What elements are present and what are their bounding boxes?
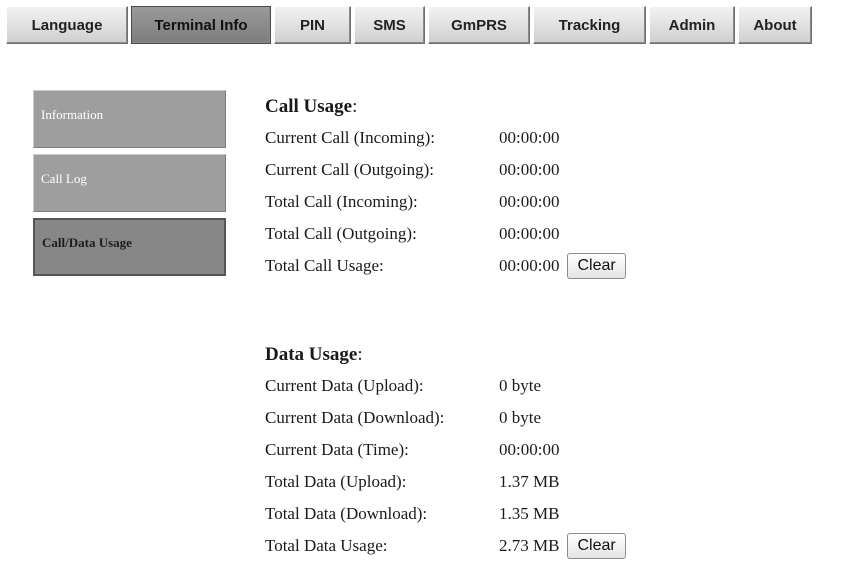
row-value: 00:00:00	[499, 128, 560, 147]
call-usage-row: Current Call (Incoming): 00:00:00	[265, 122, 626, 154]
tab-admin[interactable]: Admin	[649, 6, 735, 44]
call-usage-title: Call Usage	[265, 96, 353, 117]
tab-tracking[interactable]: Tracking	[533, 6, 646, 44]
row-value: 1.35 MB	[499, 504, 560, 523]
data-usage-row: Total Data Usage: 2.73 MB Clear	[265, 530, 626, 562]
row-value: 1.37 MB	[499, 472, 560, 491]
call-usage-section: Call Usage: Current Call (Incoming): 00:…	[265, 92, 626, 282]
row-label: Total Data Usage:	[265, 536, 388, 555]
row-value: 0 byte	[499, 408, 542, 427]
call-usage-row: Total Call (Outgoing): 00:00:00	[265, 218, 626, 250]
tab-terminal-info[interactable]: Terminal Info	[131, 6, 271, 44]
tab-sms[interactable]: SMS	[354, 6, 425, 44]
row-value: 00:00:00	[499, 440, 560, 459]
data-usage-title: Data Usage	[265, 344, 358, 365]
data-usage-row: Current Data (Upload): 0 byte	[265, 370, 626, 402]
tab-pin[interactable]: PIN	[274, 6, 351, 44]
row-label: Current Call (Outgoing):	[265, 160, 435, 179]
sidenav-item-call-log[interactable]: Call Log	[33, 154, 226, 212]
row-value: 00:00:00	[499, 256, 560, 275]
row-value: 00:00:00	[499, 224, 560, 243]
row-label: Current Data (Time):	[265, 440, 409, 459]
call-usage-row: Total Call Usage: 00:00:00 Clear	[265, 250, 626, 282]
data-usage-row: Current Data (Time): 00:00:00	[265, 434, 626, 466]
row-label: Current Data (Upload):	[265, 376, 424, 395]
row-value: 00:00:00	[499, 160, 560, 179]
call-usage-heading: Call Usage:	[265, 96, 358, 117]
call-usage-row: Current Call (Outgoing): 00:00:00	[265, 154, 626, 186]
data-usage-heading: Data Usage:	[265, 344, 363, 365]
row-label: Current Call (Incoming):	[265, 128, 435, 147]
row-value: 0 byte	[499, 376, 542, 395]
tab-about[interactable]: About	[738, 6, 812, 44]
tab-language[interactable]: Language	[6, 6, 128, 44]
row-label: Total Data (Download):	[265, 504, 428, 523]
clear-data-usage-button[interactable]: Clear	[567, 533, 626, 559]
call-usage-row: Total Call (Incoming): 00:00:00	[265, 186, 626, 218]
side-nav: Information Call Log Call/Data Usage	[33, 90, 226, 282]
sidenav-item-information[interactable]: Information	[33, 90, 226, 148]
data-usage-row: Total Data (Download): 1.35 MB	[265, 498, 626, 530]
row-label: Total Call Usage:	[265, 256, 384, 275]
clear-call-usage-button[interactable]: Clear	[567, 253, 626, 279]
data-usage-row: Total Data (Upload): 1.37 MB	[265, 466, 626, 498]
row-label: Current Data (Download):	[265, 408, 445, 427]
row-value: 00:00:00	[499, 192, 560, 211]
data-usage-row: Current Data (Download): 0 byte	[265, 402, 626, 434]
tab-gmprs[interactable]: GmPRS	[428, 6, 530, 44]
row-label: Total Call (Incoming):	[265, 192, 418, 211]
row-value: 2.73 MB	[499, 536, 560, 555]
data-usage-section: Data Usage: Current Data (Upload): 0 byt…	[265, 340, 626, 562]
row-label: Total Call (Outgoing):	[265, 224, 417, 243]
sidenav-item-call-data-usage[interactable]: Call/Data Usage	[33, 218, 226, 276]
row-label: Total Data (Upload):	[265, 472, 407, 491]
top-tab-bar: Language Terminal Info PIN SMS GmPRS Tra…	[6, 6, 858, 44]
